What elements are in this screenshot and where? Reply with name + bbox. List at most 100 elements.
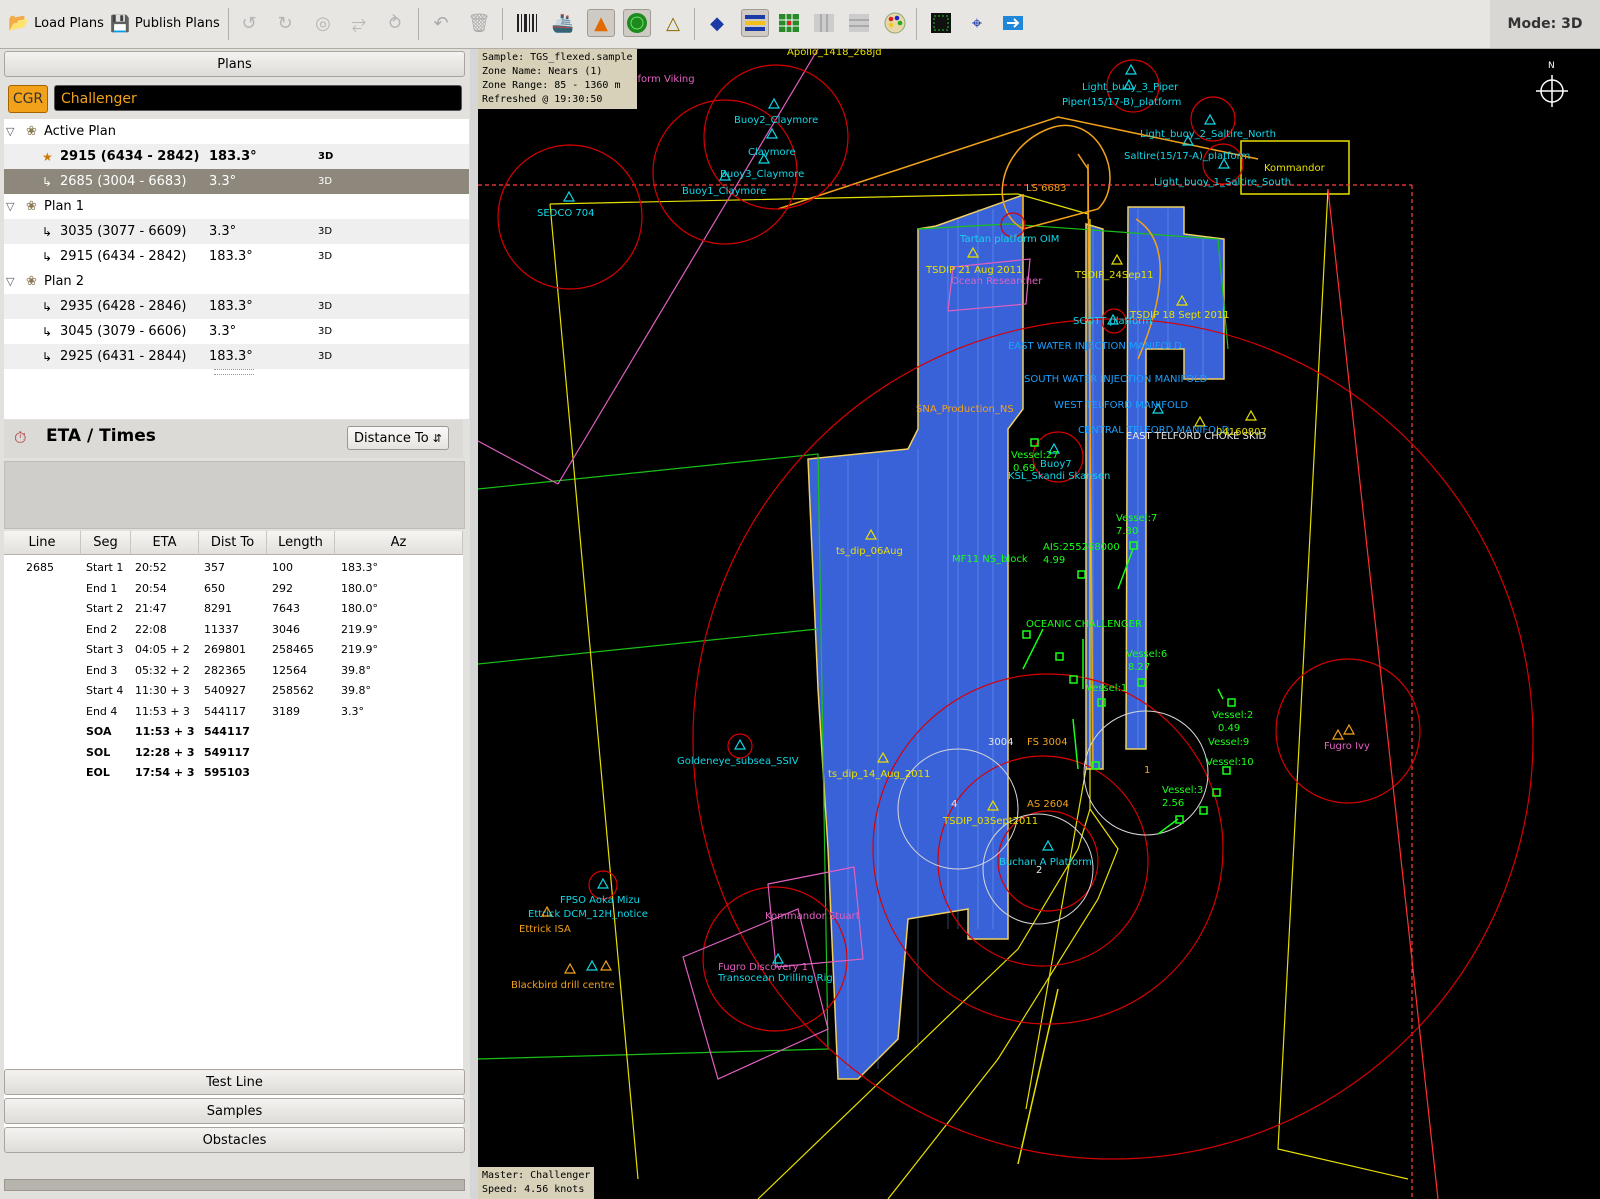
tree-row[interactable]: ↳ 3035 (3077 - 6609) 3.3° 3D (4, 219, 469, 244)
tree-row[interactable]: ↳ 2935 (6428 - 2846) 183.3° 3D (4, 294, 469, 319)
target-icon[interactable]: ◎ (310, 10, 336, 36)
grid-color-icon[interactable] (776, 10, 802, 36)
map-label: Blackbird drill centre (511, 980, 615, 991)
plans-header-button[interactable]: Plans (4, 51, 465, 77)
tree-row[interactable]: ★ 2915 (6434 - 2842) 183.3° 3D (4, 144, 469, 169)
eta-cell-eta: 20:52 (135, 561, 167, 574)
eta-cell-len: 12564 (272, 663, 307, 677)
toolbar-separator (228, 8, 229, 40)
line-3d-tag: 3D (318, 251, 333, 262)
tree-group-active-plan[interactable]: ▽ ❀ Active Plan (4, 119, 469, 144)
eta-cell-az: 219.9° (341, 622, 378, 636)
tree-row[interactable]: ↳ 3045 (3079 - 6606) 3.3° 3D (4, 319, 469, 344)
speed-line: Speed: 4.56 knots (482, 1184, 585, 1195)
grid-grey-icon[interactable] (811, 10, 837, 36)
tree-group-plan-2[interactable]: ▽ ❀ Plan 2 (4, 269, 469, 294)
cone-icon[interactable]: ▲ (587, 9, 615, 37)
obstacles-button[interactable]: Obstacles (4, 1127, 465, 1153)
barcode-icon[interactable] (514, 10, 540, 36)
map-label: FS 3004 (1027, 737, 1068, 748)
eta-cell-line: 2685 (26, 561, 54, 574)
grid-rows-icon[interactable] (846, 10, 872, 36)
arrow-right-icon[interactable] (1000, 10, 1026, 36)
map-label: Claymore (748, 147, 796, 158)
column-header-eta[interactable]: ETA (131, 531, 199, 555)
load-plans-button[interactable]: 📂 Load Plans (8, 8, 104, 38)
map-view[interactable]: Apollo_1418_268jd Pamform Viking Buoy2_C… (478, 49, 1600, 1199)
mode-indicator: Mode: 3D (1490, 0, 1600, 48)
palette-icon[interactable] (882, 10, 908, 36)
column-header-az[interactable]: Az (335, 531, 463, 555)
map-label: Buoy3_Claymore (720, 169, 805, 180)
column-header-seg[interactable]: Seg (81, 531, 131, 555)
tree-row[interactable]: ↳ 2925 (6431 - 2844) 183.3° 3D (4, 344, 469, 369)
line-name: 2685 (3004 - 6683) (60, 174, 187, 189)
map-label: MF11 NS_block (952, 554, 1028, 565)
map-label: 7.30 (1116, 526, 1139, 537)
samples-button[interactable]: Samples (4, 1098, 465, 1124)
tree-group-plan-1[interactable]: ▽ ❀ Plan 1 (4, 194, 469, 219)
eta-summary-seg: EOL (86, 766, 110, 779)
eta-cell-az: 183.3° (341, 561, 378, 574)
merge-icon[interactable]: ⥁ (382, 10, 408, 36)
rotate-left-icon[interactable]: ↺ (236, 10, 262, 36)
tree-row[interactable]: ↳ 2915 (6434 - 2842) 183.3° 3D (4, 244, 469, 269)
undo-icon[interactable]: ↶ (428, 10, 454, 36)
map-label: Buchan A Platform (999, 857, 1092, 868)
map-label: Light_buoy_2_Saltire_North (1140, 129, 1277, 140)
line-arrow-icon: ↳ (42, 249, 53, 264)
trash-icon[interactable]: 🗑 (466, 10, 492, 36)
stripes-icon[interactable] (741, 9, 769, 37)
tree-row-selected[interactable]: ↳ 2685 (3004 - 6683) 3.3° 3D (4, 169, 469, 194)
column-header-length[interactable]: Length (267, 531, 335, 555)
ship-icon[interactable]: 🚢 (550, 10, 576, 36)
resize-grip[interactable] (214, 369, 254, 375)
line-azimuth: 3.3° (209, 224, 237, 239)
map-label: AIS:255268000 (1043, 542, 1120, 553)
map-label: SEDCO 704 (537, 208, 595, 219)
distance-to-dropdown[interactable]: Distance To ⇵ (347, 426, 449, 450)
split-icon[interactable]: ⥂ (346, 10, 372, 36)
plan-group-icon: ❀ (26, 124, 37, 139)
expand-arrow-icon[interactable]: ▽ (6, 275, 14, 288)
expand-arrow-icon[interactable]: ▽ (6, 125, 14, 138)
map-label: 3004 (988, 737, 1014, 748)
tree-group-label: Plan 2 (44, 274, 85, 289)
toolbar-separator (502, 8, 503, 40)
tripod-icon[interactable]: △ (660, 10, 686, 36)
map-label: TSDIP_03Sept2011 (943, 816, 1039, 827)
expand-arrow-icon[interactable]: ▽ (6, 200, 14, 213)
line-3d-tag: 3D (318, 301, 333, 312)
crosshair-icon[interactable]: ⌖ (964, 10, 990, 36)
cgr-button[interactable]: CGR (8, 85, 48, 113)
sample-info-box: Sample: TGS_flexed.sample Zone Name: Nea… (478, 49, 637, 109)
map-label: 2.56 (1162, 798, 1185, 809)
map-label: SCOTT platform (1073, 316, 1152, 327)
eta-cell-eta: 20:54 (135, 581, 167, 595)
eta-cell-az: 180.0° (341, 602, 378, 615)
layers-icon[interactable]: ◆ (704, 10, 730, 36)
eta-summary-dist: 595103 (204, 766, 250, 779)
vessel-name-field[interactable]: Challenger (54, 85, 462, 111)
column-header-dist-to[interactable]: Dist To (199, 531, 267, 555)
info-line: Refreshed @ 19:30:50 (482, 94, 603, 105)
map-label: Light_buoy_1_Saltire_South (1154, 177, 1292, 188)
frame-icon[interactable] (928, 10, 954, 36)
publish-plans-button[interactable]: 💾 Publish Plans (110, 8, 220, 38)
radar-icon[interactable] (623, 9, 651, 37)
map-label: Ocean Researcher (951, 276, 1043, 287)
pink-line (478, 440, 559, 485)
eta-cell-eta: 11:53 + 3 (135, 704, 190, 718)
dropdown-arrow-icon: ⇵ (432, 432, 442, 445)
tree-group-label: Active Plan (44, 124, 117, 139)
north-compass-icon: N (1534, 61, 1570, 107)
plan-group-icon: ❀ (26, 274, 37, 289)
horizontal-scrollbar[interactable] (4, 1179, 465, 1191)
eta-summary-seg: SOA (86, 725, 112, 738)
rotate-right-icon[interactable]: ↻ (272, 10, 298, 36)
map-label: Fugro Ivy (1324, 741, 1370, 752)
column-header-line[interactable]: Line (4, 531, 81, 555)
map-label: KSL_Skandi Skansen (1008, 471, 1111, 482)
eta-summary-eta: 11:53 + 3 (135, 725, 195, 738)
test-line-button[interactable]: Test Line (4, 1069, 465, 1095)
